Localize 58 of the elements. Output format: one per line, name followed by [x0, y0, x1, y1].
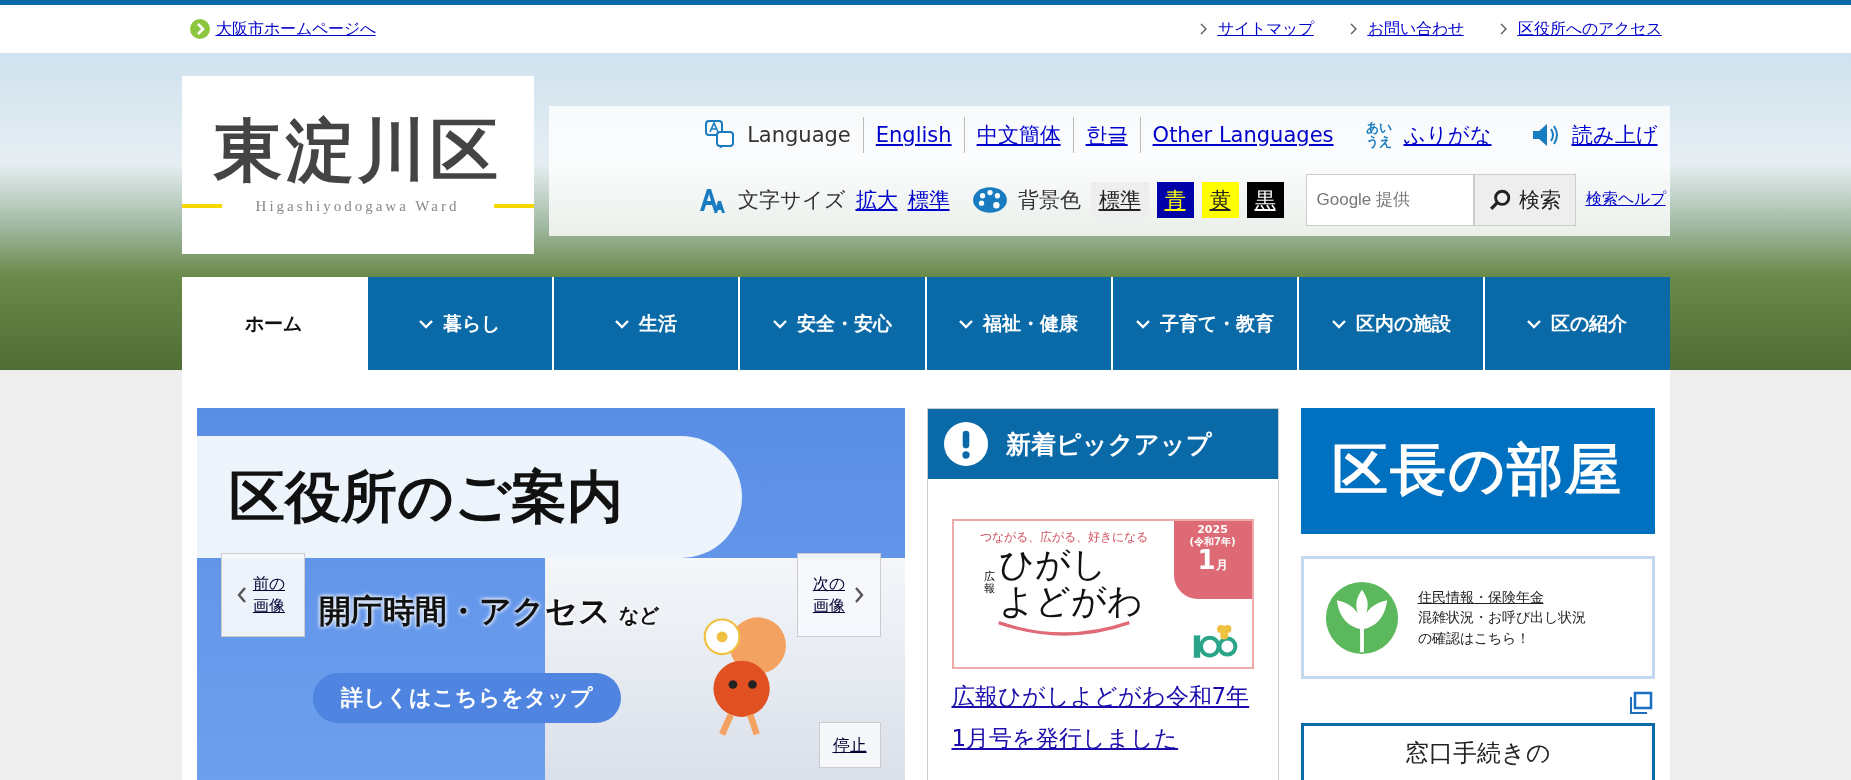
newsletter-link[interactable]: 広報ひがしよどがわ令和7年1月号を発行しました: [951, 675, 1254, 759]
banner-title: よどがわ: [999, 582, 1143, 620]
chevron-left-icon: [236, 586, 247, 604]
pickup-heading: 新着ピックアップ: [1005, 428, 1212, 461]
resident-info-banner[interactable]: 住民情報・保険年金 混雑状況・お呼び出し状況 の確認はこちら！: [1300, 556, 1655, 679]
chevron-icon: [1499, 23, 1508, 35]
banner-text: の確認はこちら！: [1417, 628, 1531, 648]
issue-date-badge: 2025 (令和7年) 1月: [1173, 521, 1252, 599]
ward-logo-subtitle: Higashiyodogawa Ward: [255, 197, 460, 215]
pause-button[interactable]: 停止: [818, 722, 881, 768]
background-color-button[interactable]: 黒: [1246, 181, 1284, 218]
chevron-right-icon: [854, 586, 865, 604]
translate-icon: [705, 119, 736, 150]
ward-logo-title: 東淀川区: [213, 115, 502, 184]
banner-text: 混雑状況・お呼び出し状況: [1417, 608, 1586, 628]
search-button[interactable]: 検索: [1473, 173, 1576, 226]
nav-tab[interactable]: ホーム: [181, 277, 366, 370]
arrow-circle-icon: [189, 19, 210, 39]
banner-heading: 住民情報・保険年金: [1417, 588, 1545, 608]
chevron-icon: [1199, 23, 1208, 35]
slide-title: 区役所のご案内: [228, 463, 623, 531]
language-link[interactable]: English: [875, 122, 952, 147]
procedures-heading: 窓口手続きの: [1404, 740, 1551, 769]
nav-tab[interactable]: 区内の施設: [1297, 277, 1484, 370]
text-size-link[interactable]: 拡大: [855, 185, 898, 214]
palette-icon: [971, 185, 1008, 214]
nav-tab[interactable]: 暮らし: [365, 277, 552, 370]
newsletter-banner[interactable]: つながる、広がる、好きになる 広報 ひがし よどがわ 2025 (令和7年) 1月: [951, 519, 1254, 669]
slide-subtitle: 開庁時間・アクセス など: [318, 591, 659, 632]
read-aloud-link[interactable]: 読み上げ: [1571, 120, 1658, 149]
text-size-label: 文字サイズ: [737, 186, 846, 214]
language-link[interactable]: Other Languages: [1152, 122, 1334, 147]
furigana-icon: あい うえ: [1365, 120, 1392, 149]
tree-emblem-icon: [1323, 579, 1400, 656]
search-icon: [1488, 188, 1511, 211]
banner-title: ひがし: [999, 546, 1108, 583]
nav-tab[interactable]: 子育て・教育: [1110, 277, 1297, 370]
background-color-label: 背景色: [1017, 186, 1081, 214]
language-link[interactable]: 한글: [1085, 120, 1128, 149]
banner-label: 広報: [984, 570, 995, 595]
search-help-link[interactable]: 検索ヘルプ: [1585, 189, 1666, 210]
furigana-link[interactable]: ふりがな: [1403, 120, 1492, 149]
chevron-icon: [1349, 23, 1358, 35]
mayor-room-banner[interactable]: 区長の部屋: [1300, 408, 1655, 534]
nav-tab[interactable]: 安全・安心: [738, 277, 925, 370]
new-window-icon: [1628, 691, 1653, 715]
nav-tab[interactable]: 区の紹介: [1483, 277, 1670, 370]
background-color-button[interactable]: 青: [1156, 181, 1194, 218]
language-label: Language: [747, 122, 851, 147]
search-field[interactable]: Google 提供: [1305, 173, 1474, 226]
nav-tab[interactable]: 福祉・健康: [924, 277, 1111, 370]
banner-tagline: つながる、広がる、好きになる: [979, 529, 1148, 546]
language-link[interactable]: 中文簡体: [976, 120, 1061, 149]
exclamation-icon: [943, 422, 988, 466]
background-color-button[interactable]: 黄: [1201, 181, 1239, 218]
background-color-button[interactable]: 標準: [1090, 181, 1149, 218]
text-size-link[interactable]: 標準: [907, 185, 950, 214]
nav-tab[interactable]: 生活: [552, 277, 739, 370]
